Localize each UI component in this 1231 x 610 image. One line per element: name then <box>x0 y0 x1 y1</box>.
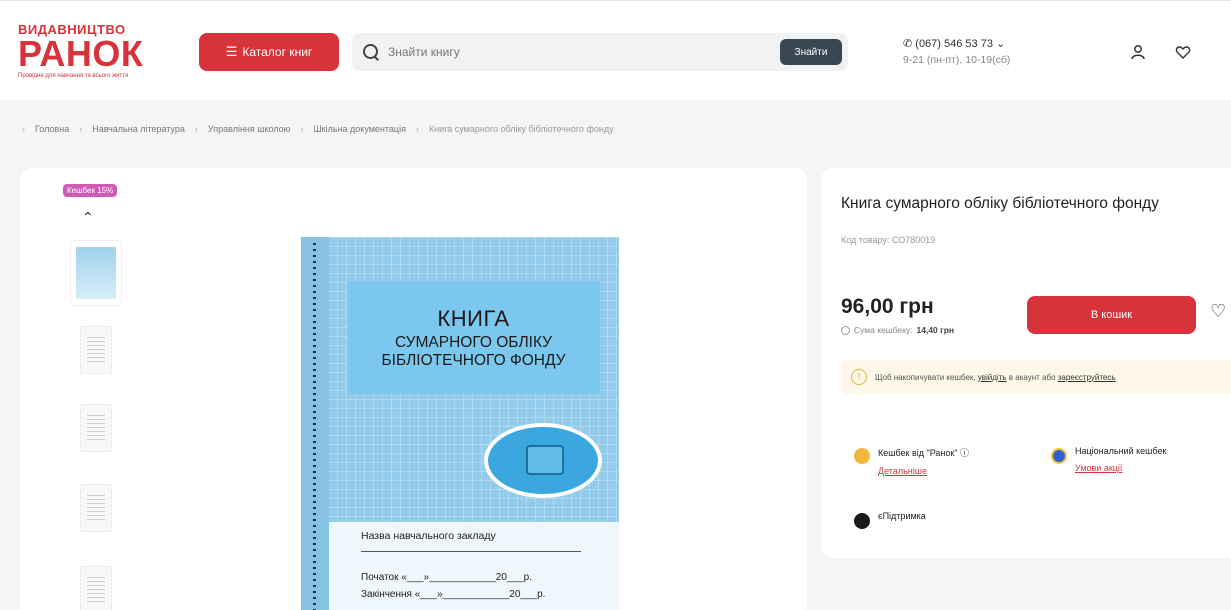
wishlist-heart-icon[interactable]: ♡ <box>1210 301 1226 322</box>
cashback-badge: Кешбек 15% <box>63 184 118 197</box>
breadcrumb: › Головна › Навчальна література › Управ… <box>22 124 614 134</box>
perk-ranok-cashback: Кешбек від "Ранок" ⓘ Детальніше <box>854 446 969 476</box>
phone-icon: ✆ <box>903 38 916 50</box>
notice-text-start: Щоб накопичувати кешбек, <box>875 372 978 382</box>
books-emblem-icon <box>484 423 602 498</box>
cover-end-date: Закінчення «___»____________20___р. <box>361 589 546 600</box>
catalog-button[interactable]: ☰ Каталог книг <box>199 33 339 71</box>
chevron-up-icon[interactable]: ⌃ <box>82 209 94 226</box>
catalog-button-label: Каталог книг <box>242 45 313 59</box>
cover-title-line: СУМАРНОГО ОБЛІКУ <box>394 333 552 351</box>
gallery-thumbnail[interactable] <box>70 476 122 542</box>
cover-title-line: КНИГА <box>437 305 510 331</box>
user-icon[interactable] <box>1127 41 1149 63</box>
product-price: 96,00 грн <box>841 295 934 318</box>
warning-icon: ! <box>851 369 867 385</box>
cover-school-label: Назва навчального закладу <box>361 530 496 542</box>
spiral-binding <box>313 243 316 610</box>
breadcrumb-item-school-management[interactable]: Управління школою <box>208 124 291 134</box>
menu-icon: ☰ <box>225 44 238 59</box>
national-cashback-icon <box>1051 448 1067 464</box>
cashback-sum: Сума кешбеку: 14,40 грн <box>841 325 954 335</box>
heart-icon[interactable] <box>1172 41 1194 63</box>
cover-title-line: БІБЛІОТЕЧНОГО ФОНДУ <box>381 351 566 369</box>
product-info-card: Книга сумарного обліку бібліотечного фон… <box>821 168 1231 558</box>
gallery-thumbnail[interactable] <box>70 240 122 306</box>
product-code: Код товару: СО780019 <box>841 235 936 245</box>
perk-title: Національний кешбек <box>1075 446 1167 456</box>
working-hours: 9-21 (пн-пт), 10-19(сб) <box>903 54 1011 66</box>
register-link[interactable]: зареєструйтесь <box>1058 373 1116 382</box>
cover-start-date: Початок «___»____________20___р. <box>361 572 532 583</box>
perk-national-cashback: Національний кешбек Умови акції <box>1051 446 1166 473</box>
cashback-sum-label: Сума кешбеку: <box>854 325 913 335</box>
coin-icon <box>841 325 850 335</box>
breadcrumb-separator: › <box>300 124 304 134</box>
search-bar: Знайти <box>352 33 848 71</box>
gallery-thumbnail[interactable] <box>70 396 122 462</box>
cover-lower-panel: Назва навчального закладу Початок «___»_… <box>329 522 619 610</box>
search-input[interactable] <box>388 45 768 59</box>
search-button[interactable]: Знайти <box>780 39 842 65</box>
perk-epidtrymka: єПідтримка <box>854 511 926 529</box>
cashback-sum-value: 14,40 грн <box>916 325 955 335</box>
logo-tagline: Провідне для навчання та всього життя <box>18 73 129 79</box>
breadcrumb-item-school-docs[interactable]: Шкільна документація <box>313 124 406 134</box>
product-title: Книга сумарного обліку бібліотечного фон… <box>841 195 1159 212</box>
login-link[interactable]: увійдіть <box>978 373 1007 382</box>
gallery-thumbnail[interactable] <box>70 558 122 610</box>
add-to-cart-button[interactable]: В кошик <box>1027 296 1196 334</box>
perk-title: єПідтримка <box>878 511 926 521</box>
site-header: ВИДАВНИЦТВО РАНОК Провідне для навчання … <box>0 0 1231 100</box>
logo-main-text: РАНОК <box>18 33 144 74</box>
phone-block[interactable]: ✆ (067) 546 53 73 ⌄ 9-21 (пн-пт), 10-19(… <box>903 36 1010 68</box>
product-main-image[interactable]: КНИГА СУМАРНОГО ОБЛІКУ БІБЛІОТЕЧНОГО ФОН… <box>301 237 619 610</box>
gallery-thumbnail[interactable] <box>70 318 122 384</box>
perk-terms-link[interactable]: Умови акції <box>1075 463 1166 473</box>
breadcrumb-separator: › <box>415 124 419 134</box>
notice-text-mid: в акаунт або <box>1006 372 1058 382</box>
breadcrumb-separator: › <box>194 124 198 134</box>
chevron-down-icon: ⌄ <box>992 38 1006 50</box>
perk-details-link[interactable]: Детальніше <box>878 466 969 476</box>
ranok-cashback-icon <box>854 448 870 464</box>
search-icon <box>362 43 380 61</box>
breadcrumb-item-literature[interactable]: Навчальна література <box>92 124 185 134</box>
logo[interactable]: ВИДАВНИЦТВО РАНОК Провідне для навчання … <box>18 23 143 81</box>
breadcrumb-separator: › <box>79 124 83 134</box>
breadcrumb-item-current: Книга сумарного обліку бібліотечного фон… <box>428 124 614 134</box>
perk-title: Кешбек від "Ранок" ⓘ <box>878 448 970 458</box>
epidtrymka-icon <box>854 513 870 529</box>
cashback-notice: ! Щоб накопичувати кешбек, увійдіть в ак… <box>841 360 1231 394</box>
breadcrumb-separator: › <box>22 124 25 134</box>
phone-number: (067) 546 53 73 <box>915 38 993 50</box>
breadcrumb-item-home[interactable]: Головна <box>35 124 69 134</box>
cover-title-box: КНИГА СУМАРНОГО ОБЛІКУ БІБЛІОТЕЧНОГО ФОН… <box>347 281 600 394</box>
